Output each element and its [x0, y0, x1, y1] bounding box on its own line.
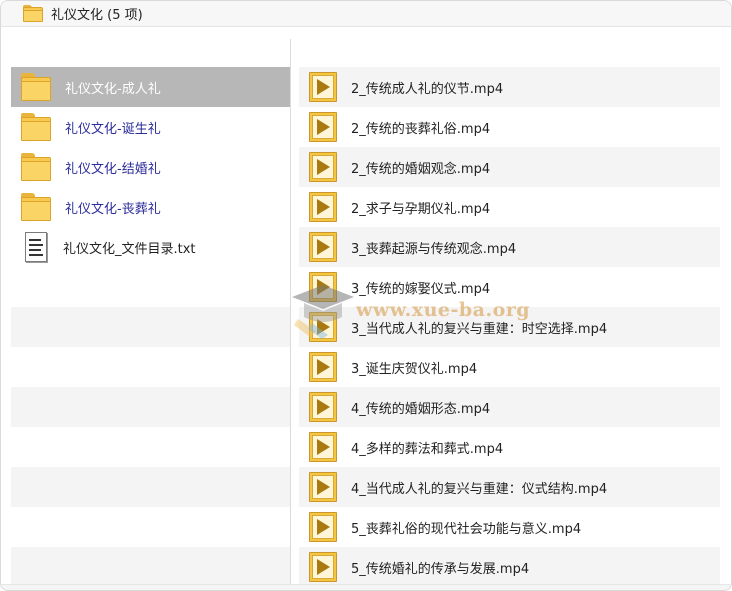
- file-label: 3_丧葬起源与传统观念.mp4: [351, 241, 517, 257]
- file-explorer-window: 礼仪文化 (5 项) 礼仪文化-成人礼 礼仪文化-诞生礼 礼仪文化-结婚礼 礼仪…: [0, 0, 732, 591]
- video-file-row[interactable]: 3_丧葬起源与传统观念.mp4: [299, 227, 720, 267]
- text-file-icon: [23, 232, 49, 262]
- video-file-row[interactable]: 2_求子与孕期仪礼.mp4: [299, 187, 720, 227]
- file-label: 3_当代成人礼的复兴与重建：时空选择.mp4: [351, 321, 608, 337]
- folder-icon: [23, 5, 43, 22]
- folder-label: 礼仪文化-诞生礼: [65, 121, 161, 137]
- empty-row: [11, 547, 290, 587]
- file-label: 3_诞生庆贺仪礼.mp4: [351, 361, 478, 377]
- video-file-row[interactable]: 2_传统成人礼的仪节.mp4: [299, 67, 720, 107]
- video-file-icon: [309, 512, 337, 542]
- folder-label: 礼仪文化-丧葬礼: [65, 201, 161, 217]
- video-file-row[interactable]: 2_传统的丧葬礼俗.mp4: [299, 107, 720, 147]
- folder-item-funeral-ceremony[interactable]: 礼仪文化-丧葬礼: [11, 187, 290, 227]
- video-file-row[interactable]: 4_传统的婚姻形态.mp4: [299, 387, 720, 427]
- file-label: 4_当代成人礼的复兴与重建：仪式结构.mp4: [351, 481, 608, 497]
- folder-item-wedding-ceremony[interactable]: 礼仪文化-结婚礼: [11, 147, 290, 187]
- video-file-row[interactable]: 4_多样的葬法和葬式.mp4: [299, 427, 720, 467]
- folder-icon: [21, 153, 51, 181]
- video-file-row[interactable]: 5_传统婚礼的传承与发展.mp4: [299, 547, 720, 587]
- empty-row: [11, 307, 290, 347]
- file-label: 4_传统的婚姻形态.mp4: [351, 401, 491, 417]
- folder-icon: [21, 73, 51, 101]
- folder-item-adult-ceremony[interactable]: 礼仪文化-成人礼: [11, 67, 290, 107]
- file-label: 2_传统成人礼的仪节.mp4: [351, 81, 504, 97]
- video-file-icon: [309, 392, 337, 422]
- file-label: 2_传统的婚姻观念.mp4: [351, 161, 491, 177]
- video-file-row[interactable]: 3_传统的嫁娶仪式.mp4: [299, 267, 720, 307]
- video-file-icon: [309, 72, 337, 102]
- folder-label: 礼仪文化-结婚礼: [65, 161, 161, 177]
- file-label: 5_传统婚礼的传承与发展.mp4: [351, 561, 530, 577]
- window-bottom-edge: [1, 584, 731, 590]
- video-file-icon: [309, 272, 337, 302]
- video-file-icon: [309, 432, 337, 462]
- empty-row: [11, 387, 290, 427]
- folder-icon: [21, 113, 51, 141]
- video-file-icon: [309, 232, 337, 262]
- video-file-icon: [309, 352, 337, 382]
- empty-row: [11, 467, 290, 507]
- folder-item-birth-ceremony[interactable]: 礼仪文化-诞生礼: [11, 107, 290, 147]
- video-file-row[interactable]: 2_传统的婚姻观念.mp4: [299, 147, 720, 187]
- file-label: 2_求子与孕期仪礼.mp4: [351, 201, 491, 217]
- file-label: 礼仪文化_文件目录.txt: [63, 241, 196, 257]
- video-file-icon: [309, 312, 337, 342]
- video-file-row[interactable]: 4_当代成人礼的复兴与重建：仪式结构.mp4: [299, 467, 720, 507]
- title-bar: 礼仪文化 (5 项): [1, 1, 731, 27]
- left-pane: 礼仪文化-成人礼 礼仪文化-诞生礼 礼仪文化-结婚礼 礼仪文化-丧葬礼 礼仪文化…: [1, 39, 290, 590]
- file-item-directory-txt[interactable]: 礼仪文化_文件目录.txt: [11, 227, 290, 267]
- window-title: 礼仪文化 (5 项): [51, 8, 143, 23]
- file-label: 2_传统的丧葬礼俗.mp4: [351, 121, 491, 137]
- folder-label: 礼仪文化-成人礼: [65, 81, 161, 97]
- video-file-icon: [309, 192, 337, 222]
- video-file-row[interactable]: 5_丧葬礼俗的现代社会功能与意义.mp4: [299, 507, 720, 547]
- video-file-icon: [309, 152, 337, 182]
- file-label: 4_多样的葬法和葬式.mp4: [351, 441, 504, 457]
- video-file-icon: [309, 112, 337, 142]
- video-file-row[interactable]: 3_诞生庆贺仪礼.mp4: [299, 347, 720, 387]
- video-file-row[interactable]: 3_当代成人礼的复兴与重建：时空选择.mp4: [299, 307, 720, 347]
- folder-icon: [21, 193, 51, 221]
- video-file-icon: [309, 552, 337, 582]
- file-label: 3_传统的嫁娶仪式.mp4: [351, 281, 491, 297]
- video-file-icon: [309, 472, 337, 502]
- right-pane: 2_传统成人礼的仪节.mp4 2_传统的丧葬礼俗.mp4 2_传统的婚姻观念.m…: [291, 39, 731, 590]
- file-label: 5_丧葬礼俗的现代社会功能与意义.mp4: [351, 521, 582, 537]
